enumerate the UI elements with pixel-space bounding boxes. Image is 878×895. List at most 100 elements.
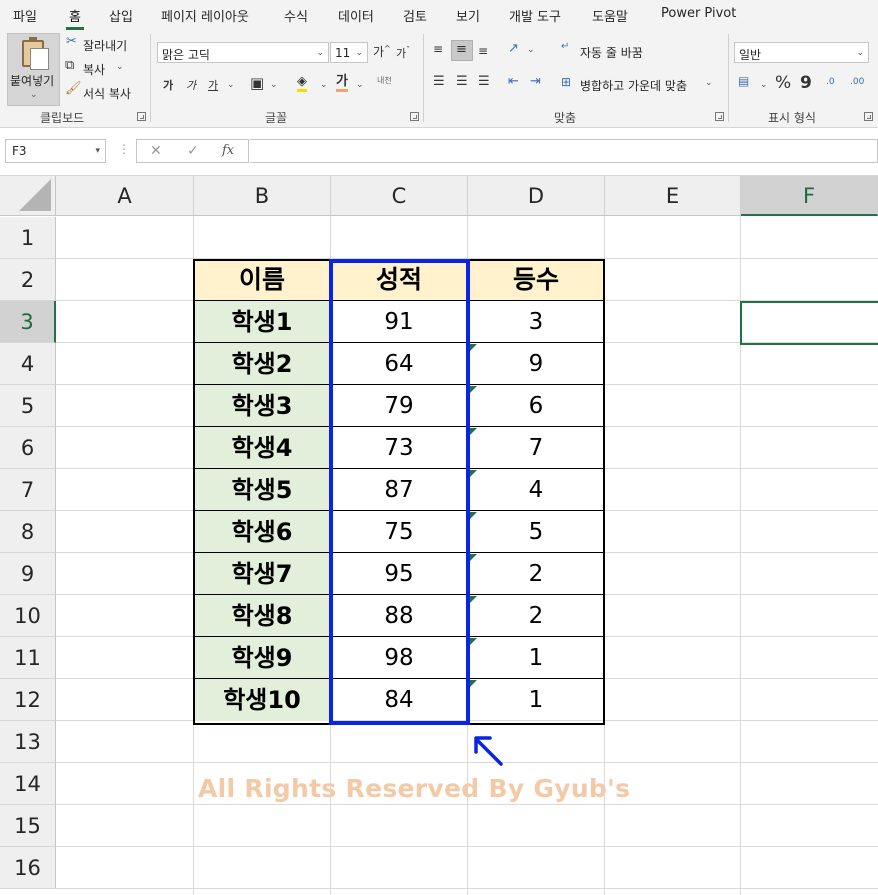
formula-bar-handle-icon[interactable]: ⋮ (118, 142, 130, 156)
group-label-alignment: 맞춤 (554, 111, 577, 125)
align-bottom-icon[interactable]: ≡ (478, 44, 488, 58)
italic-button[interactable]: 가 (186, 77, 196, 93)
column-header-f[interactable]: F (741, 176, 878, 216)
format-painter-icon: 🖌 (65, 81, 82, 96)
merge-center-icon: ⊞ (561, 75, 572, 89)
active-cell-f3[interactable] (740, 301, 878, 345)
align-right-icon[interactable]: ☰ (478, 74, 490, 89)
wrap-text-button[interactable]: 자동 줄 바꿈 (580, 44, 643, 61)
row-header-1[interactable]: 1 (0, 217, 56, 259)
fill-color-icon[interactable]: ◈ (297, 75, 307, 92)
decrease-decimal-button[interactable]: .00 (850, 77, 864, 87)
chevron-down-icon[interactable]: ⌄ (527, 45, 535, 55)
chevron-down-icon: ⌄ (30, 90, 38, 100)
row-header-11[interactable]: 11 (0, 637, 56, 679)
enter-icon[interactable]: ✓ (187, 143, 199, 159)
chevron-down-icon[interactable]: ⌄ (760, 80, 768, 90)
paste-page-icon (30, 48, 49, 70)
row-header-2[interactable]: 2 (0, 259, 56, 301)
bold-button[interactable]: 가 (163, 77, 173, 93)
tab-formulas[interactable]: 수식 (284, 6, 308, 25)
tab-file[interactable]: 파일 (13, 6, 37, 25)
number-format-value: 일반 (739, 48, 762, 62)
cut-button[interactable]: 잘라내기 (83, 37, 127, 54)
row-header-13[interactable]: 13 (0, 721, 56, 763)
tab-view[interactable]: 보기 (456, 6, 480, 25)
row-header-9[interactable]: 9 (0, 553, 56, 595)
cancel-icon[interactable]: ✕ (150, 143, 162, 159)
merge-center-button[interactable]: 병합하고 가운데 맞춤 (580, 77, 687, 94)
row-header-14[interactable]: 14 (0, 763, 56, 805)
chevron-down-icon[interactable]: ⌄ (320, 80, 328, 90)
row-header-3[interactable]: 3 (0, 301, 56, 343)
decrease-indent-icon[interactable]: ⇤ (508, 74, 519, 89)
font-name-select[interactable]: 맑은 고딕 ⌄ (157, 42, 329, 63)
chevron-down-icon[interactable]: ⌄ (356, 80, 364, 90)
row-header-10[interactable]: 10 (0, 595, 56, 637)
percent-style-button[interactable]: % (775, 73, 791, 93)
column-header-d[interactable]: D (468, 176, 605, 216)
align-left-icon[interactable]: ☰ (433, 74, 445, 89)
borders-icon[interactable]: ▣ (250, 74, 264, 92)
number-launcher-icon[interactable] (864, 112, 873, 121)
row-header-4[interactable]: 4 (0, 343, 56, 385)
chevron-down-icon[interactable]: ⌄ (270, 80, 278, 90)
tab-review[interactable]: 검토 (403, 6, 427, 25)
insert-function-icon[interactable]: fx (222, 143, 234, 158)
chevron-down-icon: ⌄ (355, 48, 363, 58)
tab-help[interactable]: 도움말 (592, 6, 628, 25)
align-middle-button[interactable]: ≡ (451, 40, 473, 61)
row-header-8[interactable]: 8 (0, 511, 56, 553)
tab-insert[interactable]: 삽입 (109, 6, 133, 25)
accounting-format-icon[interactable]: ▤ (738, 74, 749, 88)
ribbon-tab-bar: 파일 홈 삽입 페이지 레이아웃 수식 데이터 검토 보기 개발 도구 도움말 … (0, 0, 878, 30)
ribbon: 붙여넣기 ⌄ ✂ 잘라내기 ⧉ 복사 ⌄ 🖌 서식 복사 클립보드 맑은 고딕 … (0, 30, 878, 128)
tab-developer[interactable]: 개발 도구 (509, 6, 561, 25)
align-top-icon[interactable]: ≡ (433, 42, 443, 56)
format-painter-button[interactable]: 서식 복사 (83, 85, 131, 102)
font-launcher-icon[interactable] (410, 112, 419, 121)
formula-buttons: ✕ ✓ fx (136, 139, 249, 163)
row-header-15[interactable]: 15 (0, 805, 56, 847)
row-header-12[interactable]: 12 (0, 679, 56, 721)
shrink-font-button[interactable]: 가ˇ (396, 45, 410, 61)
wrap-text-icon: ↵ (561, 41, 570, 52)
row-header-16[interactable]: 16 (0, 847, 56, 889)
row-header-7[interactable]: 7 (0, 469, 56, 511)
name-box[interactable]: F3 ▾ (5, 139, 106, 163)
grow-font-button[interactable]: 가^ (373, 43, 391, 60)
phonetic-button[interactable]: 내천 (377, 75, 392, 86)
column-header-e[interactable]: E (605, 176, 741, 216)
chevron-down-icon[interactable]: ⌄ (116, 62, 124, 72)
tab-page-layout[interactable]: 페이지 레이아웃 (161, 6, 249, 25)
clipboard-launcher-icon[interactable] (137, 112, 146, 121)
formula-input[interactable] (250, 139, 878, 163)
row-header-6[interactable]: 6 (0, 427, 56, 469)
paste-button[interactable]: 붙여넣기 ⌄ (7, 33, 60, 106)
align-center-icon[interactable]: ☰ (456, 74, 468, 89)
underline-button[interactable]: 가 (208, 77, 218, 93)
font-color-button[interactable]: 가 (336, 75, 348, 92)
alignment-launcher-icon[interactable] (715, 112, 724, 121)
copy-button[interactable]: 복사 (83, 61, 105, 78)
chevron-down-icon: ⌄ (316, 48, 324, 58)
increase-indent-icon[interactable]: ⇥ (530, 74, 541, 89)
chevron-down-icon[interactable]: ⌄ (227, 80, 235, 90)
column-header-a[interactable]: A (56, 176, 194, 216)
row-header-5[interactable]: 5 (0, 385, 56, 427)
group-label-number: 표시 형식 (768, 111, 816, 125)
orientation-icon[interactable]: ↗ (508, 41, 519, 56)
column-header-b[interactable]: B (194, 176, 331, 216)
tab-data[interactable]: 데이터 (338, 6, 374, 25)
column-header-c[interactable]: C (331, 176, 468, 216)
font-size-select[interactable]: 11 ⌄ (330, 42, 368, 63)
select-all-button[interactable] (0, 176, 56, 216)
comma-style-button[interactable]: 9 (800, 73, 812, 93)
increase-decimal-button[interactable]: .0 (826, 77, 835, 87)
chevron-down-icon: ▾ (95, 146, 100, 156)
chevron-down-icon[interactable]: ⌄ (705, 78, 713, 88)
tab-home[interactable]: 홈 (66, 6, 84, 30)
number-format-select[interactable]: 일반 ⌄ (734, 42, 869, 63)
tab-power-pivot[interactable]: Power Pivot (661, 6, 736, 21)
scissors-icon: ✂ (66, 34, 77, 49)
